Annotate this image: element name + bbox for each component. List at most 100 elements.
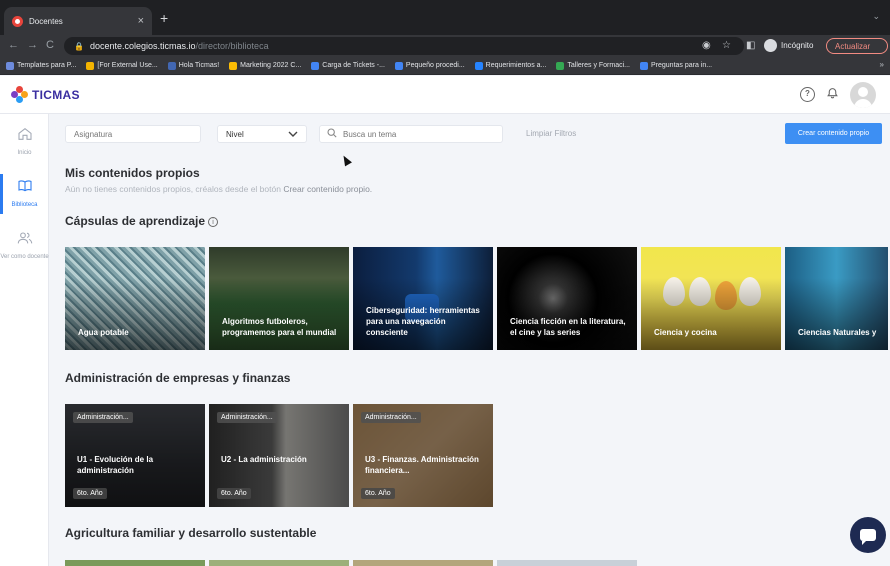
capsules-row: Agua potable Algoritmos futboleros, prog… bbox=[65, 247, 888, 350]
agriculture-card[interactable] bbox=[65, 560, 205, 566]
logo-mark-icon bbox=[11, 86, 28, 103]
agriculture-card[interactable] bbox=[497, 560, 637, 566]
bookmark-item[interactable]: Requerimientos a... bbox=[474, 61, 547, 70]
bookmark-label: Templates para P... bbox=[17, 62, 77, 69]
course-subject-tag: Administración... bbox=[217, 412, 277, 423]
bookmark-favicon-icon bbox=[556, 61, 565, 70]
course-subject-tag: Administración... bbox=[361, 412, 421, 423]
capsule-card[interactable]: Agua potable bbox=[65, 247, 205, 350]
sidebar-item-biblioteca[interactable]: Biblioteca bbox=[0, 178, 49, 209]
bookmark-favicon-icon bbox=[86, 61, 95, 70]
business-row: Administración... U1 - Evolución de la a… bbox=[65, 404, 493, 507]
logo-text: TICMAS bbox=[32, 87, 80, 102]
capsule-card[interactable]: Ciencia y cocina bbox=[641, 247, 781, 350]
browser-toolbar: ← → C 🔒 docente.colegios.ticmas.io /dire… bbox=[0, 35, 890, 57]
browser-tab[interactable]: Docentes × bbox=[4, 7, 152, 35]
topic-search[interactable] bbox=[319, 125, 503, 143]
url-host: docente.colegios.ticmas.io bbox=[89, 41, 196, 51]
bookmark-label: [For External Use... bbox=[97, 62, 158, 69]
search-icon bbox=[327, 127, 337, 141]
bookmark-label: Marketing 2022 C... bbox=[240, 62, 302, 69]
capsules-title: Cápsulas de aprendizaje i bbox=[65, 214, 219, 228]
bookmark-item[interactable]: Talleres y Formaci... bbox=[556, 61, 630, 70]
new-tab-button[interactable]: + bbox=[160, 10, 168, 26]
chat-button[interactable] bbox=[850, 517, 886, 553]
agriculture-card[interactable] bbox=[209, 560, 349, 566]
bookmark-favicon-icon bbox=[394, 61, 403, 70]
chat-bubble-icon bbox=[860, 529, 876, 545]
capsule-title: Ciencia ficción en la literatura, el cin… bbox=[510, 317, 626, 337]
reload-icon[interactable]: C bbox=[46, 39, 54, 51]
tab-title: Docentes bbox=[29, 16, 63, 26]
create-content-button[interactable]: Crear contenido propio bbox=[785, 123, 882, 144]
bookmark-favicon-icon bbox=[474, 61, 483, 70]
level-select-value: Nivel bbox=[226, 129, 244, 139]
course-title: U2 - La administración bbox=[221, 455, 307, 464]
browser-tabstrip: Docentes × + ⌄ bbox=[0, 0, 890, 35]
user-avatar[interactable] bbox=[850, 82, 876, 108]
own-content-title: Mis contenidos propios bbox=[65, 166, 200, 180]
bookmark-item[interactable]: [For External Use... bbox=[86, 61, 158, 70]
capsule-card[interactable]: Ciberseguridad: herramientas para una na… bbox=[353, 247, 493, 350]
forward-icon[interactable]: → bbox=[27, 39, 38, 51]
bookmark-favicon-icon bbox=[229, 61, 238, 70]
bookmarks-more-icon[interactable]: » bbox=[880, 60, 884, 69]
own-content-subtitle-link: Crear contenido propio. bbox=[283, 184, 373, 194]
capsule-card[interactable]: Ciencia ficción en la literatura, el cin… bbox=[497, 247, 637, 350]
ticmas-logo[interactable]: TICMAS bbox=[11, 86, 80, 103]
bookmark-item[interactable]: Hola Ticmas! bbox=[167, 61, 219, 70]
level-select[interactable]: Nivel bbox=[217, 125, 307, 143]
search-input[interactable] bbox=[343, 129, 493, 139]
tab-search-icon[interactable]: ⌄ bbox=[872, 11, 880, 22]
bookmark-label: Requerimientos a... bbox=[485, 62, 547, 69]
clear-filters-link[interactable]: Limpiar Filtros bbox=[526, 129, 576, 138]
course-year-badge: 6to. Año bbox=[361, 488, 395, 499]
sidebar-item-label: Ver como docente bbox=[0, 254, 49, 260]
sidebar-item-ver-como-docente[interactable]: Ver como docente bbox=[0, 230, 49, 261]
bookmark-item[interactable]: Templates para P... bbox=[6, 61, 77, 70]
agriculture-card[interactable] bbox=[353, 560, 493, 566]
side-panel-icon[interactable]: ◧ bbox=[746, 40, 755, 51]
help-icon[interactable]: ? bbox=[800, 87, 815, 102]
book-icon bbox=[0, 178, 49, 199]
info-icon[interactable]: i bbox=[208, 217, 219, 227]
tab-close-icon[interactable]: × bbox=[138, 15, 144, 27]
own-content-subtitle: Aún no tienes contenidos propios, créalo… bbox=[65, 184, 372, 194]
sidebar-item-inicio[interactable]: Inicio bbox=[0, 126, 49, 157]
avatar-head-icon bbox=[858, 87, 868, 97]
lock-icon: 🔒 bbox=[74, 41, 84, 51]
bell-icon[interactable] bbox=[825, 87, 840, 102]
bookmark-star-icon[interactable]: ☆ bbox=[722, 40, 731, 51]
bookmark-item[interactable]: Pequeño procedi... bbox=[394, 61, 465, 70]
sidebar-item-label: Biblioteca bbox=[11, 202, 38, 208]
bookmark-item[interactable]: Marketing 2022 C... bbox=[229, 61, 302, 70]
update-button[interactable]: Actualizar bbox=[826, 38, 888, 54]
course-year-badge: 6to. Año bbox=[73, 488, 107, 499]
capsule-card[interactable]: Algoritmos futboleros, programemos para … bbox=[209, 247, 349, 350]
course-card[interactable]: Administración... U2 - La administración… bbox=[209, 404, 349, 507]
course-card[interactable]: Administración... U3 - Finanzas. Adminis… bbox=[353, 404, 493, 507]
back-icon[interactable]: ← bbox=[8, 39, 19, 51]
app-header: TICMAS ? bbox=[0, 76, 890, 114]
bookmarks-bar: Templates para P... [For External Use...… bbox=[0, 57, 890, 75]
mouse-cursor bbox=[340, 153, 352, 167]
profile-incognito[interactable]: Incógnito bbox=[764, 39, 813, 52]
course-title: U3 - Finanzas. Administración financiera… bbox=[365, 455, 479, 475]
home-icon bbox=[0, 126, 49, 147]
capsule-title: Ciencias Naturales y bbox=[798, 328, 877, 337]
business-title: Administración de empresas y finanzas bbox=[65, 371, 291, 385]
bookmark-item[interactable]: Preguntas para in... bbox=[640, 61, 713, 70]
bookmark-favicon-icon bbox=[640, 61, 648, 70]
incognito-avatar-icon bbox=[764, 39, 777, 52]
bookmark-label: Preguntas para in... bbox=[651, 62, 713, 69]
bookmark-favicon-icon bbox=[167, 61, 176, 70]
agriculture-title: Agricultura familiar y desarrollo susten… bbox=[65, 526, 317, 540]
address-bar[interactable]: 🔒 docente.colegios.ticmas.io /director/b… bbox=[64, 37, 744, 55]
course-year-badge: 6to. Año bbox=[217, 488, 251, 499]
bookmark-item[interactable]: Carga de Tickets -... bbox=[311, 61, 385, 70]
subject-input[interactable] bbox=[65, 125, 201, 143]
capsule-card[interactable]: Ciencias Naturales y bbox=[785, 247, 888, 350]
course-card[interactable]: Administración... U1 - Evolución de la a… bbox=[65, 404, 205, 507]
incognito-eye-icon[interactable]: ◉ bbox=[702, 40, 711, 51]
course-subject-tag: Administración... bbox=[73, 412, 133, 423]
